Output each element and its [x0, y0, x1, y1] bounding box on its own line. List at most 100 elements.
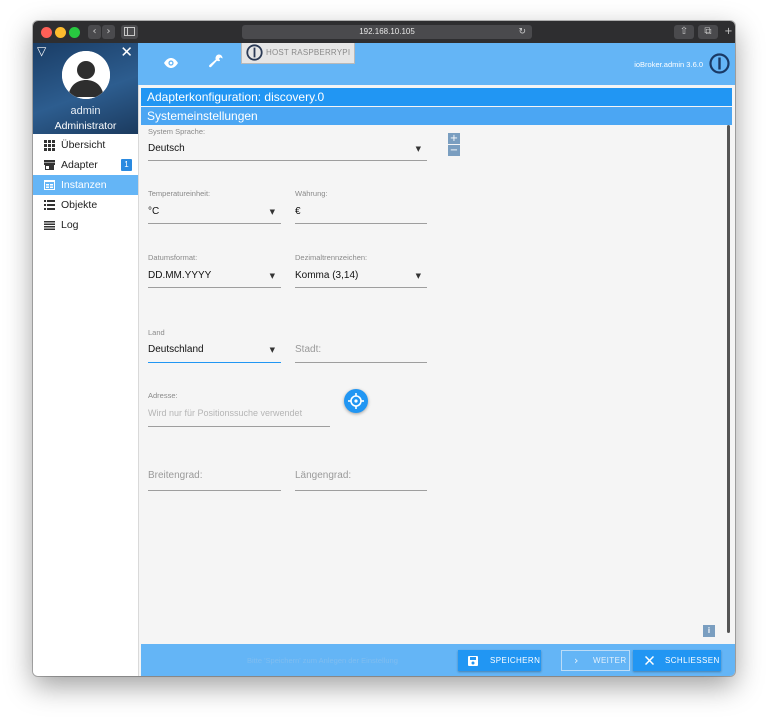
settings-form: System Sprache: Deutsch ▼ Temperatureinh…	[141, 125, 732, 642]
info-button[interactable]: i	[703, 625, 715, 637]
field-underline	[148, 490, 281, 491]
grid-icon	[44, 135, 56, 155]
currency-label: Währung:	[295, 189, 328, 198]
close-window-button[interactable]	[41, 27, 52, 38]
sidebar-item-log[interactable]: Log	[33, 215, 138, 235]
sidebar-nav: Übersicht Adapter 1 Instanzen Objekte Lo…	[33, 135, 138, 235]
locate-button[interactable]	[344, 389, 368, 413]
reload-icon[interactable]: ↻	[518, 25, 526, 39]
decimal-value: Komma (3,14)	[295, 270, 359, 281]
sidebar-toggle-icon[interactable]	[121, 25, 138, 39]
field-underline	[148, 362, 281, 363]
date-format-value: DD.MM.YYYY	[148, 270, 212, 281]
host-name: HOST RASPBERRYPI	[266, 48, 351, 57]
sidebar-item-instances[interactable]: Instanzen	[33, 175, 138, 195]
log-icon	[44, 215, 56, 235]
sidebar-item-label: Log	[61, 219, 79, 231]
temperature-label: Temperatureinheit:	[148, 189, 211, 198]
zoom-in-button[interactable]: +	[448, 133, 460, 144]
language-select[interactable]: System Sprache: Deutsch ▼	[148, 127, 427, 163]
config-title: Adapterkonfiguration: discovery.0	[141, 88, 732, 106]
tabs-icon[interactable]: ⧉	[698, 25, 718, 39]
new-tab-icon[interactable]: +	[722, 25, 735, 39]
browser-window: ‹ › 192.168.10.105 ↻ ⇧ ⧉ + ▽ ✕ admin Adm…	[33, 21, 735, 676]
decimal-separator-select[interactable]: Dezimaltrennzeichen: Komma (3,14) ▼	[295, 253, 427, 291]
sidebar-item-adapter[interactable]: Adapter 1	[33, 155, 138, 175]
user-avatar-icon	[62, 51, 110, 99]
city-placeholder: Stadt:	[295, 344, 322, 355]
country-select[interactable]: Land Deutschland ▼	[148, 328, 281, 366]
field-underline	[295, 490, 427, 491]
crosshair-icon	[348, 393, 364, 409]
sidebar-item-label: Adapter	[61, 159, 98, 171]
share-icon[interactable]: ⇧	[674, 25, 694, 39]
address-input[interactable]: Adresse: Wird nur für Positionssuche ver…	[148, 391, 330, 431]
user-profile: ▽ ✕ admin Administrator	[33, 43, 138, 134]
field-underline	[295, 287, 427, 288]
eye-icon[interactable]	[164, 55, 178, 73]
field-underline	[295, 362, 427, 363]
host-selector[interactable]: HOST RASPBERRYPI	[241, 43, 355, 64]
back-button[interactable]: ‹	[88, 25, 101, 39]
temperature-value: °C	[148, 206, 160, 217]
avatar	[62, 51, 110, 99]
zoom-window-button[interactable]	[69, 27, 80, 38]
close-label: SCHLIESSEN	[665, 656, 720, 665]
app-header: HOST RASPBERRYPI ioBroker.admin 3.6.0	[138, 43, 735, 85]
content-scrollbar[interactable]	[727, 125, 730, 633]
minimize-window-button[interactable]	[55, 27, 66, 38]
version-label: ioBroker.admin 3.6.0	[634, 60, 703, 69]
field-underline	[148, 287, 281, 288]
sidebar: ▽ ✕ admin Administrator Übersicht Adapte…	[33, 43, 139, 676]
dropdown-arrow-icon: ▼	[415, 145, 421, 153]
section-title: Systemeinstellungen	[141, 107, 732, 125]
dropdown-arrow-icon: ▼	[269, 208, 275, 216]
decimal-label: Dezimaltrennzeichen:	[295, 253, 368, 262]
temperature-select[interactable]: Temperatureinheit: °C ▼	[148, 189, 281, 227]
longitude-placeholder: Längengrad:	[295, 470, 352, 481]
city-input[interactable]: Stadt:	[295, 328, 427, 366]
close-button[interactable]: SCHLIESSEN	[633, 650, 721, 671]
menu-collapse-icon[interactable]: ▽	[37, 44, 46, 58]
sidebar-item-label: Objekte	[61, 199, 98, 211]
field-underline	[148, 223, 281, 224]
iobroker-logo-icon[interactable]	[709, 53, 730, 79]
list-icon	[44, 195, 56, 215]
update-badge: 1	[121, 159, 132, 171]
country-value: Deutschland	[148, 344, 204, 355]
sidebar-item-overview[interactable]: Übersicht	[33, 135, 138, 155]
store-icon	[44, 155, 56, 175]
forward-button[interactable]: ›	[102, 25, 115, 39]
url-text: 192.168.10.105	[359, 27, 415, 36]
user-role: Administrator	[54, 120, 117, 132]
save-hint: Bitte 'Speichern' zum Anlegen der Einste…	[247, 656, 398, 665]
longitude-input[interactable]: Längengrad:	[295, 470, 427, 506]
language-value: Deutsch	[148, 143, 185, 154]
address-placeholder: Wird nur für Positionssuche verwendet	[148, 408, 303, 418]
sidebar-item-label: Instanzen	[61, 179, 107, 191]
instances-icon	[44, 175, 56, 195]
wrench-icon[interactable]	[209, 54, 223, 73]
footer-bar: Bitte 'Speichern' zum Anlegen der Einste…	[141, 644, 735, 676]
date-format-select[interactable]: Datumsformat: DD.MM.YYYY ▼	[148, 253, 281, 291]
language-label: System Sprache:	[148, 127, 206, 136]
dropdown-arrow-icon: ▼	[269, 346, 275, 354]
latitude-input[interactable]: Breitengrad:	[148, 470, 281, 506]
field-underline	[148, 426, 330, 427]
close-icon	[645, 650, 654, 671]
currency-value: €	[295, 206, 301, 217]
address-bar[interactable]: 192.168.10.105 ↻	[242, 25, 532, 39]
date-format-label: Datumsformat:	[148, 253, 198, 262]
currency-input[interactable]: Währung: €	[295, 189, 427, 227]
user-name: admin	[70, 105, 101, 117]
field-underline	[148, 160, 427, 161]
zoom-out-button[interactable]: −	[448, 145, 460, 156]
next-button[interactable]: › WEITER	[561, 650, 630, 671]
browser-toolbar: ‹ › 192.168.10.105 ↻ ⇧ ⧉ +	[33, 21, 735, 44]
dropdown-arrow-icon: ▼	[415, 272, 421, 280]
save-button[interactable]: SPEICHERN	[458, 650, 541, 671]
sidebar-item-objects[interactable]: Objekte	[33, 195, 138, 215]
field-underline	[295, 223, 427, 224]
iobroker-logo-icon	[246, 44, 263, 63]
close-sidebar-icon[interactable]: ✕	[120, 43, 133, 61]
